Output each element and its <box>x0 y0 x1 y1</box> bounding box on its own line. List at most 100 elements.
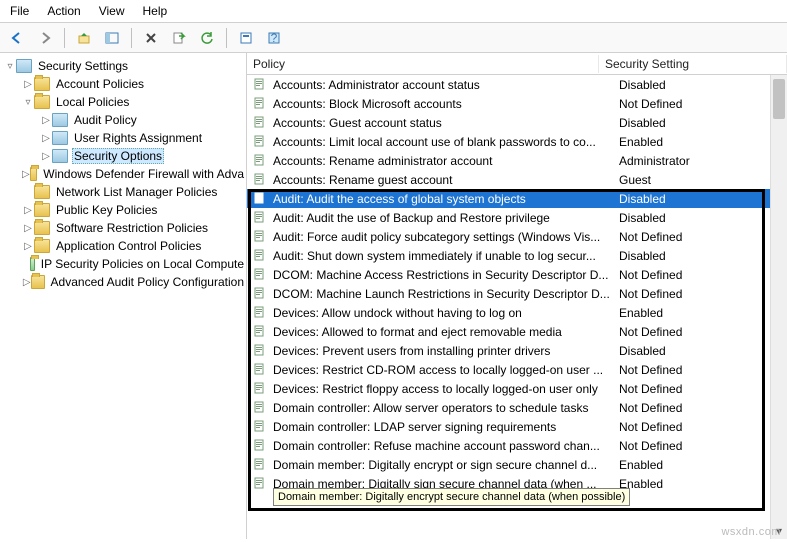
policy-setting: Not Defined <box>619 439 787 453</box>
help-button[interactable]: ? <box>263 27 285 49</box>
tree-label: User Rights Assignment <box>72 131 204 145</box>
policy-icon <box>253 476 269 492</box>
policy-row[interactable]: Devices: Allowed to format and eject rem… <box>247 322 787 341</box>
expander-icon[interactable]: ▷ <box>22 223 34 234</box>
column-security-setting[interactable]: Security Setting <box>599 55 787 73</box>
delete-button[interactable] <box>140 27 162 49</box>
policy-icon <box>253 96 269 112</box>
expander-icon[interactable]: ▷ <box>22 205 34 216</box>
tree-label: Advanced Audit Policy Configuration <box>49 275 246 289</box>
policy-name: Domain controller: LDAP server signing r… <box>273 420 619 434</box>
list-body: Accounts: Administrator account statusDi… <box>247 75 787 539</box>
toolbar: ? <box>0 23 787 53</box>
policy-setting: Administrator <box>619 154 787 168</box>
policy-row[interactable]: Accounts: Limit local account use of bla… <box>247 132 787 151</box>
policy-row[interactable]: Audit: Shut down system immediately if u… <box>247 246 787 265</box>
tree-label: IP Security Policies on Local Compute <box>39 257 246 271</box>
policy-row[interactable]: Audit: Audit the access of global system… <box>247 189 787 208</box>
folder-icon <box>34 185 50 199</box>
policy-row[interactable]: Domain controller: Allow server operator… <box>247 398 787 417</box>
policy-row[interactable]: Accounts: Rename administrator accountAd… <box>247 151 787 170</box>
tree-item[interactable]: ▷Software Restriction Policies <box>0 219 246 237</box>
policy-name: Devices: Restrict CD-ROM access to local… <box>273 363 619 377</box>
tree-pane: ▿ Security Settings ▷Account Policies▿Lo… <box>0 53 247 539</box>
policy-row[interactable]: Devices: Prevent users from installing p… <box>247 341 787 360</box>
list-pane: Policy Security Setting Accounts: Admini… <box>247 53 787 539</box>
properties-button[interactable] <box>235 27 257 49</box>
tree-item[interactable]: ▷Application Control Policies <box>0 237 246 255</box>
policy-row[interactable]: Domain controller: Refuse machine accoun… <box>247 436 787 455</box>
tree-item[interactable]: ▷ Security Options <box>0 147 246 165</box>
refresh-button[interactable] <box>196 27 218 49</box>
policy-name: Accounts: Limit local account use of bla… <box>273 135 619 149</box>
policy-icon <box>253 134 269 150</box>
expander-icon[interactable]: ▷ <box>22 169 30 180</box>
back-button[interactable] <box>6 27 28 49</box>
policy-row[interactable]: Accounts: Block Microsoft accountsNot De… <box>247 94 787 113</box>
policy-name: Devices: Restrict floppy access to local… <box>273 382 619 396</box>
policy-setting: Disabled <box>619 116 787 130</box>
expander-icon[interactable]: ▿ <box>22 97 34 108</box>
menu-action[interactable]: Action <box>47 4 80 18</box>
tree-label: Security Options <box>72 148 164 164</box>
expander-icon[interactable]: ▷ <box>40 115 52 126</box>
policy-row[interactable]: Audit: Audit the use of Backup and Resto… <box>247 208 787 227</box>
policy-setting: Disabled <box>619 249 787 263</box>
policy-setting: Not Defined <box>619 230 787 244</box>
policy-row[interactable]: Accounts: Rename guest accountGuest <box>247 170 787 189</box>
policy-setting: Not Defined <box>619 382 787 396</box>
policy-row[interactable]: Devices: Restrict floppy access to local… <box>247 379 787 398</box>
vertical-scrollbar[interactable]: ▴ ▾ <box>770 75 787 539</box>
policy-row[interactable]: Domain member: Digitally encrypt or sign… <box>247 455 787 474</box>
tree-item[interactable]: ▷Windows Defender Firewall with Adva <box>0 165 246 183</box>
expander-icon[interactable]: ▷ <box>40 133 52 144</box>
policy-row[interactable]: DCOM: Machine Launch Restrictions in Sec… <box>247 284 787 303</box>
folder-icon <box>52 131 68 145</box>
tree-root[interactable]: ▿ Security Settings <box>0 57 246 75</box>
tree-item[interactable]: ▷IP Security Policies on Local Compute <box>0 255 246 273</box>
expander-icon[interactable]: ▷ <box>22 79 34 90</box>
tree-item[interactable]: ▿Local Policies <box>0 93 246 111</box>
policy-row[interactable]: DCOM: Machine Access Restrictions in Sec… <box>247 265 787 284</box>
folder-icon <box>30 167 38 181</box>
policy-icon <box>253 438 269 454</box>
policy-icon <box>253 324 269 340</box>
menu-bar: File Action View Help <box>0 0 787 23</box>
folder-icon <box>34 77 50 91</box>
tree-item[interactable]: ▷Public Key Policies <box>0 201 246 219</box>
policy-name: Domain controller: Refuse machine accoun… <box>273 439 619 453</box>
up-button[interactable] <box>73 27 95 49</box>
menu-help[interactable]: Help <box>143 4 168 18</box>
tree-item[interactable]: ▷Network List Manager Policies <box>0 183 246 201</box>
show-hide-tree-button[interactable] <box>101 27 123 49</box>
expander-icon[interactable]: ▿ <box>4 61 16 72</box>
column-policy[interactable]: Policy <box>247 55 599 73</box>
export-button[interactable] <box>168 27 190 49</box>
menu-file[interactable]: File <box>10 4 29 18</box>
policy-icon <box>253 267 269 283</box>
policy-row[interactable]: Domain controller: LDAP server signing r… <box>247 417 787 436</box>
policy-setting: Disabled <box>619 211 787 225</box>
forward-button[interactable] <box>34 27 56 49</box>
svg-text:?: ? <box>271 31 278 45</box>
tree-item[interactable]: ▷ User Rights Assignment <box>0 129 246 147</box>
policy-row[interactable]: Accounts: Guest account statusDisabled <box>247 113 787 132</box>
tree-label: Audit Policy <box>72 113 139 127</box>
menu-view[interactable]: View <box>99 4 125 18</box>
expander-icon[interactable]: ▷ <box>22 241 34 252</box>
policy-name: Accounts: Rename administrator account <box>273 154 619 168</box>
tree-item[interactable]: ▷ Advanced Audit Policy Configuration <box>0 273 246 291</box>
policy-setting: Not Defined <box>619 363 787 377</box>
expander-icon[interactable]: ▷ <box>22 277 31 288</box>
scroll-thumb[interactable] <box>773 79 785 119</box>
tree-item[interactable]: ▷Account Policies <box>0 75 246 93</box>
tree-item[interactable]: ▷ Audit Policy <box>0 111 246 129</box>
toolbar-separator <box>131 28 132 48</box>
policy-name: Devices: Prevent users from installing p… <box>273 344 619 358</box>
policy-row[interactable]: Devices: Restrict CD-ROM access to local… <box>247 360 787 379</box>
expander-icon[interactable]: ▷ <box>40 151 52 162</box>
policy-row[interactable]: Audit: Force audit policy subcategory se… <box>247 227 787 246</box>
policy-icon <box>253 343 269 359</box>
policy-row[interactable]: Devices: Allow undock without having to … <box>247 303 787 322</box>
policy-row[interactable]: Accounts: Administrator account statusDi… <box>247 75 787 94</box>
